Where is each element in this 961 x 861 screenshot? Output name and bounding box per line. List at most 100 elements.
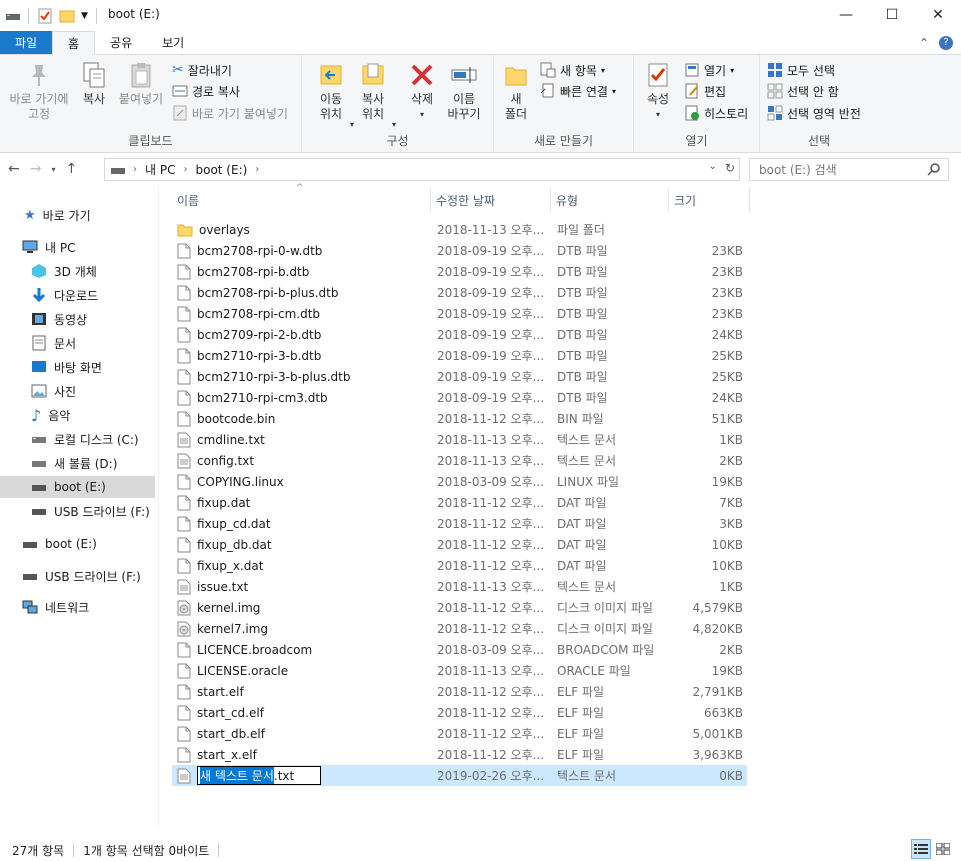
column-header-size[interactable]: 크기	[669, 188, 750, 212]
file-row[interactable]: bcm2710-rpi-cm3.dtb 2018-09-19 오후... DTB 파…	[172, 387, 752, 408]
address-history-chevron-icon[interactable]: ⌄	[709, 161, 717, 175]
breadcrumb-boot[interactable]: boot (E:)	[195, 163, 247, 177]
details-view-button[interactable]	[911, 839, 931, 859]
file-row[interactable]: bcm2710-rpi-3-b.dtb 2018-09-19 오후... DTB 파…	[172, 345, 752, 366]
file-row[interactable]: bcm2708-rpi-cm.dtb 2018-09-19 오후... DTB 파일…	[172, 303, 752, 324]
collapse-ribbon-chevron-icon[interactable]: ⌃	[919, 36, 929, 50]
properties-button[interactable]: 속성 ▾	[640, 61, 676, 122]
new-folder-icon[interactable]	[59, 8, 75, 24]
file-row[interactable]: start_db.elf 2018-11-12 오후... ELF 파일 5,001K…	[172, 723, 752, 744]
easy-access-button[interactable]: 빠른 연결 ▾	[540, 81, 616, 101]
nav-this-pc[interactable]: 내 PC	[22, 236, 75, 258]
paste-shortcut-button[interactable]: 바로 가기 붙여넣기	[172, 103, 288, 123]
chevron-down-icon: ▾	[730, 65, 735, 75]
close-button[interactable]: ✕	[915, 0, 961, 30]
file-row[interactable]: bcm2708-rpi-0-w.dtb 2018-09-19 오후... DTB 파…	[172, 240, 752, 261]
nav-documents[interactable]: 문서	[31, 332, 76, 354]
nav-videos[interactable]: 동영상	[31, 308, 87, 330]
breadcrumb-separator-icon[interactable]: ›	[183, 164, 187, 175]
file-row[interactable]: bcm2710-rpi-3-b-plus.dtb 2018-09-19 오후...…	[172, 366, 752, 387]
pin-to-quick-access-button[interactable]: 바로 가기에 고정	[6, 61, 72, 122]
cut-button[interactable]: ✂ 잘라내기	[172, 60, 232, 80]
nav-music[interactable]: ♪ 음악	[31, 404, 70, 426]
column-header-modified[interactable]: 수정한 날짜	[431, 188, 551, 212]
file-row[interactable]: kernel.img 2018-11-12 오후... 디스크 이미지 파일 4,57…	[172, 597, 752, 618]
nav-pictures[interactable]: 사진	[31, 380, 76, 402]
nav-local-disk-c[interactable]: 로컬 디스크 (C:)	[31, 428, 139, 450]
file-row[interactable]: kernel7.img 2018-11-12 오후... 디스크 이미지 파일 4,8…	[172, 618, 752, 639]
forward-arrow-icon[interactable]: →	[30, 161, 42, 177]
properties-checkmark-icon[interactable]	[37, 8, 53, 24]
file-row[interactable]: config.txt 2018-11-13 오후... 텍스트 문서 2KB	[172, 450, 752, 471]
maximize-button[interactable]: ☐	[869, 0, 915, 30]
nav-desktop[interactable]: 바탕 화면	[31, 356, 102, 378]
recent-locations-chevron-icon[interactable]: ▾	[51, 165, 55, 177]
large-icons-view-button[interactable]	[933, 839, 953, 859]
rename-input[interactable]: 새 텍스트 문서 .txt	[197, 766, 321, 785]
nav-boot-e[interactable]: boot (E:)	[0, 476, 155, 498]
breadcrumb-separator-icon[interactable]: ›	[133, 164, 137, 175]
nav-quick-access[interactable]: ★ 바로 가기	[24, 204, 91, 226]
paste-button[interactable]: 붙여넣기	[116, 61, 166, 107]
tab-home[interactable]: 홈	[52, 31, 96, 55]
file-row[interactable]: bootcode.bin 2018-11-12 오후... BIN 파일 51KB	[172, 408, 752, 429]
file-icon	[177, 705, 191, 720]
select-none-button[interactable]: 선택 안 함	[767, 81, 839, 101]
move-to-button[interactable]: 이동 위치 ▾	[312, 61, 354, 129]
file-row[interactable]: cmdline.txt 2018-11-13 오후... 텍스트 문서 1KB	[172, 429, 752, 450]
file-row[interactable]: bcm2708-rpi-b-plus.dtb 2018-09-19 오후... DT…	[172, 282, 752, 303]
select-all-button[interactable]: 모두 선택	[767, 60, 835, 80]
nav-network[interactable]: 네트워크	[22, 596, 89, 618]
history-button[interactable]: 히스토리	[684, 103, 748, 123]
up-arrow-icon[interactable]: ↑	[65, 161, 77, 177]
file-row[interactable]: bcm2708-rpi-b.dtb 2018-09-19 오후... DTB 파일 2…	[172, 261, 752, 282]
file-row[interactable]: COPYING.linux 2018-03-09 오후... LINUX 파일 19K…	[172, 471, 752, 492]
edit-button[interactable]: 편집	[684, 81, 726, 101]
tab-view[interactable]: 보기	[147, 31, 199, 54]
tab-share[interactable]: 공유	[95, 31, 147, 54]
copy-path-button[interactable]: 경로 복사	[172, 81, 240, 101]
open-button[interactable]: 열기 ▾	[684, 60, 734, 80]
tab-file[interactable]: 파일	[0, 31, 52, 54]
file-row[interactable]: bcm2709-rpi-2-b.dtb 2018-09-19 오후... DTB 파…	[172, 324, 752, 345]
file-row[interactable]: LICENSE.oracle 2018-11-13 오후... ORACLE 파일 1…	[172, 660, 752, 681]
copy-button[interactable]: 복사	[78, 61, 110, 107]
refresh-icon[interactable]: ↻	[725, 161, 735, 175]
customize-toolbar-chevron-icon[interactable]: ▼	[81, 11, 88, 21]
new-folder-button[interactable]: 새 폴더	[502, 61, 530, 122]
rename-button[interactable]: 이름 바꾸기	[444, 61, 484, 122]
file-row[interactable]: fixup_db.dat 2018-11-12 오후... DAT 파일 10KB	[172, 534, 752, 555]
copy-to-button[interactable]: 복사 위치 ▾	[354, 61, 396, 129]
address-bar[interactable]: › 내 PC › boot (E:) › ⌄ ↻	[104, 158, 740, 181]
nav-boot-e-root[interactable]: boot (E:)	[22, 533, 97, 555]
file-row[interactable]: issue.txt 2018-11-13 오후... 텍스트 문서 1KB	[172, 576, 752, 597]
file-row[interactable]: fixup.dat 2018-11-12 오후... DAT 파일 7KB	[172, 492, 752, 513]
back-arrow-icon[interactable]: ←	[8, 161, 20, 177]
column-header-type[interactable]: 유형	[551, 188, 669, 212]
file-row[interactable]: fixup_cd.dat 2018-11-12 오후... DAT 파일 3KB	[172, 513, 752, 534]
file-row[interactable]: start.elf 2018-11-12 오후... ELF 파일 2,791KB	[172, 681, 752, 702]
help-icon[interactable]: ?	[939, 35, 953, 50]
invert-selection-button[interactable]: 선택 영역 반전	[767, 103, 861, 123]
nav-usb-f[interactable]: USB 드라이브 (F:)	[31, 500, 150, 522]
file-row[interactable]: LICENCE.broadcom 2018-03-09 오후... BROADCOM…	[172, 639, 752, 660]
file-row[interactable]: fixup_x.dat 2018-11-12 오후... DAT 파일 10KB	[172, 555, 752, 576]
nav-usb-f-root[interactable]: USB 드라이브 (F:)	[22, 565, 141, 587]
new-file-row[interactable]: 새 텍스트 문서 .txt 2019-02-26 오후... 텍스트 문서 0KB	[172, 765, 747, 786]
file-type: ELF 파일	[557, 748, 605, 762]
text-file-icon	[177, 453, 191, 468]
breadcrumb-separator-icon[interactable]: ›	[255, 164, 259, 175]
pane-divider[interactable]	[158, 187, 159, 827]
delete-button[interactable]: 삭제 ▾	[406, 61, 438, 122]
file-row[interactable]: overlays 2018-11-13 오후... 파일 폴더	[172, 219, 752, 240]
column-header-name[interactable]: ^ 이름	[172, 183, 431, 212]
search-box[interactable]: boot (E:) 검색	[749, 158, 949, 181]
file-row[interactable]: start_x.elf 2018-11-12 오후... ELF 파일 3,963KB	[172, 744, 752, 765]
nav-3d-objects[interactable]: 3D 개체	[31, 260, 97, 282]
minimize-button[interactable]: —	[823, 0, 869, 30]
nav-downloads[interactable]: 다운로드	[31, 284, 98, 306]
new-item-button[interactable]: 새 항목 ▾	[540, 60, 605, 80]
breadcrumb-this-pc[interactable]: 내 PC	[145, 161, 175, 178]
file-row[interactable]: start_cd.elf 2018-11-12 오후... ELF 파일 663KB	[172, 702, 752, 723]
nav-volume-d[interactable]: 새 볼륨 (D:)	[31, 452, 117, 474]
